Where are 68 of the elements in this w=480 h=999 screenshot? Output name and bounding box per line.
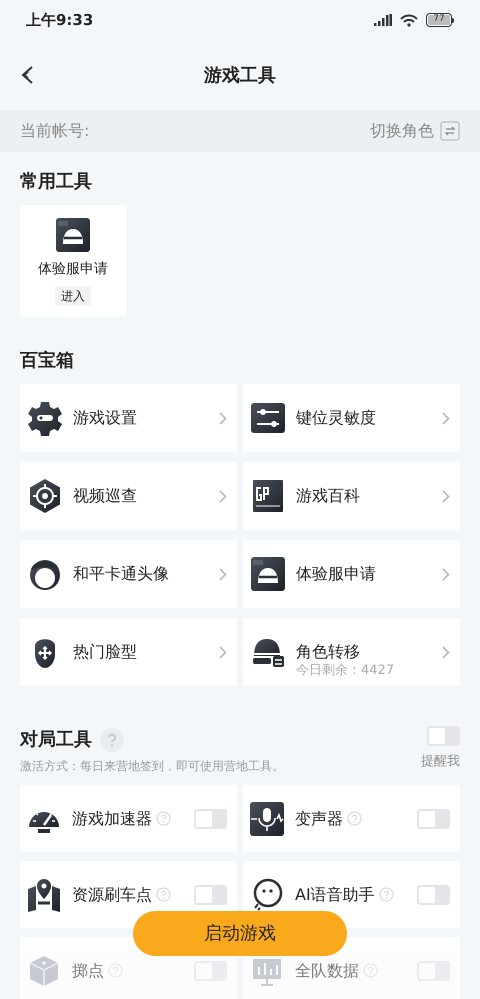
item-label: 变声器 — [295, 808, 343, 830]
tool-card[interactable]: 体验服申请 进入 — [20, 205, 126, 317]
toolbox-item[interactable]: 体验服申请 — [243, 540, 460, 608]
chevron-right-icon — [219, 568, 227, 581]
book-icon — [250, 478, 286, 514]
toolbox-item[interactable]: 视频巡查 — [20, 462, 237, 530]
toolbox-item[interactable]: 和平卡通头像 — [20, 540, 237, 608]
help-icon[interactable] — [378, 887, 394, 902]
page-title: 游戏工具 — [204, 64, 276, 88]
item-label: 游戏设置 — [73, 407, 138, 429]
remind-toggle[interactable] — [427, 726, 460, 746]
toggle-switch[interactable] — [194, 884, 227, 904]
account-label: 当前帐号: — [20, 120, 90, 142]
section-title: 常用工具 — [20, 170, 93, 194]
toggle-switch[interactable] — [417, 808, 450, 828]
toggle-switch[interactable] — [417, 884, 450, 904]
help-icon[interactable] — [363, 963, 378, 978]
map-pin-icon — [26, 876, 62, 912]
toolbox-item[interactable]: 热门脸型 — [20, 618, 237, 686]
sliders-icon — [250, 400, 286, 436]
tool-label: 体验服申请 — [38, 260, 108, 279]
helmet-badge-icon — [55, 217, 91, 253]
item-label: 掷点 — [72, 960, 104, 982]
wifi-icon — [400, 14, 418, 26]
item-label: AI语音助手 — [295, 884, 375, 906]
section-title: 百宝箱 — [20, 349, 75, 373]
chevron-right-icon — [219, 412, 227, 425]
chevron-right-icon — [219, 646, 227, 659]
start-game-button[interactable]: 启动游戏 — [133, 911, 347, 956]
toolbox-item[interactable]: 游戏设置 — [20, 384, 237, 452]
help-icon[interactable] — [108, 963, 123, 978]
item-label: 键位灵敏度 — [296, 407, 377, 429]
chevron-right-icon — [442, 490, 450, 503]
chevron-right-icon — [442, 412, 450, 425]
remind-label: 提醒我 — [421, 753, 460, 771]
toolbox-item[interactable]: 游戏百科 — [243, 462, 460, 530]
crosshair-icon — [27, 478, 63, 514]
enter-button[interactable]: 进入 — [55, 286, 91, 306]
microphone-icon — [249, 800, 285, 836]
hint-text: 激活方式：每日来营地签到，即可使用营地工具。 — [20, 758, 284, 775]
status-time: 上午9:33 — [26, 10, 94, 31]
item-label: 游戏百科 — [296, 485, 361, 507]
toolbox-item[interactable]: 角色转移 今日剩余：4427 — [243, 618, 460, 686]
signal-icon — [374, 14, 392, 26]
item-label: 资源刷车点 — [72, 884, 152, 906]
chevron-right-icon — [442, 646, 450, 659]
item-label: 游戏加速器 — [72, 808, 152, 830]
toggle-switch[interactable] — [194, 808, 227, 828]
item-label: 体验服申请 — [296, 563, 377, 585]
toolbox-item[interactable]: 键位灵敏度 — [243, 384, 460, 452]
swap-icon[interactable] — [440, 121, 460, 141]
help-icon[interactable] — [156, 811, 171, 826]
section-title: 对局工具 — [20, 728, 92, 752]
help-icon[interactable] — [100, 728, 124, 752]
item-label: 热门脸型 — [73, 641, 138, 663]
back-icon[interactable] — [20, 65, 34, 85]
chevron-right-icon — [442, 568, 450, 581]
item-label: 角色转移 — [296, 641, 361, 663]
item-subtitle: 今日剩余：4427 — [296, 663, 396, 679]
item-label: 和平卡通头像 — [73, 563, 170, 585]
item-label: 全队数据 — [295, 960, 359, 982]
chevron-right-icon — [219, 490, 227, 503]
helmet-badge-icon — [250, 556, 286, 592]
battery-icon: 77 — [426, 13, 454, 27]
item-label: 视频巡查 — [73, 485, 138, 507]
help-icon[interactable] — [347, 811, 362, 826]
gear-icon — [27, 400, 63, 436]
help-icon[interactable] — [156, 887, 171, 902]
